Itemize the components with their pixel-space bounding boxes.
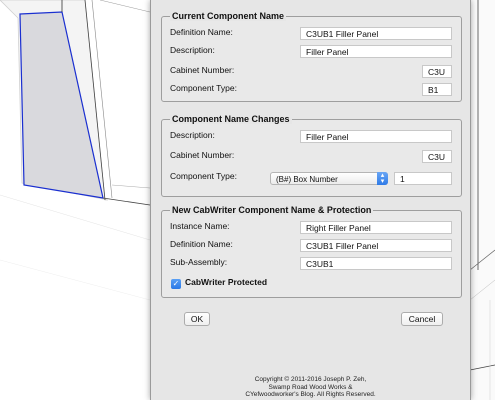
cabwriter-protected-checkbox[interactable]: ✓: [171, 279, 181, 289]
new-cabinet-number-field[interactable]: C3U: [422, 150, 452, 163]
component-name-changes-group: Component Name Changes Description: Fill…: [161, 114, 462, 197]
component-type-select-value: (B#) Box Number: [276, 175, 338, 184]
group-title: Component Name Changes: [170, 114, 292, 124]
copyright-line: CYefwoodworker's Blog. All Rights Reserv…: [245, 391, 376, 398]
new-description-field[interactable]: Filler Panel: [300, 130, 452, 143]
cabinet-edge: [99, 0, 151, 13]
component-type-select[interactable]: (B#) Box Number ▴ ▾: [270, 172, 388, 185]
component-type-label: Component Type:: [170, 171, 237, 181]
component-type-label: Component Type:: [170, 83, 237, 93]
group-title: Current Component Name: [170, 11, 287, 21]
cancel-button[interactable]: Cancel: [401, 312, 443, 326]
definition-name-label: Definition Name:: [170, 239, 233, 249]
component-name-dialog: Current Component Name Definition Name: …: [150, 0, 471, 400]
copyright-text: Copyright © 2011-2016 Joseph P. Zeh, Swa…: [151, 376, 470, 399]
cabinet-edge: [111, 184, 151, 189]
cabinet-edge: [102, 197, 151, 206]
cabinet-edge: [0, 259, 151, 301]
instance-name-field[interactable]: Right Filler Panel: [300, 221, 452, 234]
sub-assembly-field[interactable]: C3UB1: [300, 257, 452, 270]
cabinet-number-label: Cabinet Number:: [170, 65, 235, 75]
current-component-group: Current Component Name Definition Name: …: [161, 11, 462, 102]
description-label: Description:: [170, 130, 215, 140]
current-definition-name-field[interactable]: C3UB1 Filler Panel: [300, 27, 452, 40]
current-component-type-field[interactable]: B1: [422, 83, 452, 96]
instance-name-label: Instance Name:: [170, 221, 230, 231]
cabinet-right-face: [470, 0, 495, 400]
ok-button[interactable]: OK: [184, 312, 210, 326]
new-definition-name-field[interactable]: C3UB1 Filler Panel: [300, 239, 452, 252]
box-number-field[interactable]: 1: [394, 172, 452, 185]
copyright-line: Swamp Road Wood Works &: [268, 383, 353, 391]
description-label: Description:: [170, 45, 215, 55]
group-title: New CabWriter Component Name & Protectio…: [170, 205, 374, 215]
cabinet-number-label: Cabinet Number:: [170, 150, 235, 160]
definition-name-label: Definition Name:: [170, 27, 233, 37]
copyright-line: Copyright © 2011-2016 Joseph P. Zeh,: [254, 376, 367, 383]
current-cabinet-number-field[interactable]: C3U: [422, 65, 452, 78]
cabwriter-protected-label[interactable]: CabWriter Protected: [185, 277, 267, 287]
current-description-field[interactable]: Filler Panel: [300, 45, 452, 58]
select-arrows-icon: ▴ ▾: [377, 172, 388, 185]
new-name-protection-group: New CabWriter Component Name & Protectio…: [161, 205, 462, 298]
sub-assembly-label: Sub-Assembly:: [170, 257, 228, 267]
